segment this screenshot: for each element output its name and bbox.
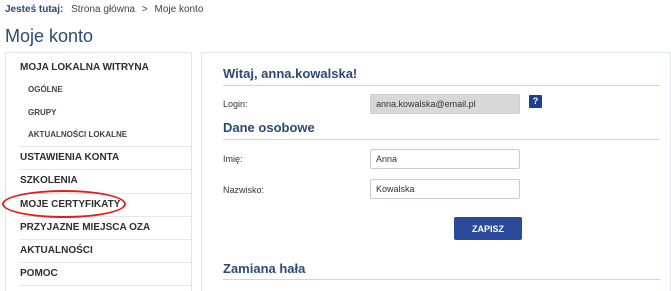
save-button[interactable]: ZAPISZ (454, 217, 522, 240)
sidebar-item-pomoc[interactable]: POMOC (20, 268, 192, 279)
section-divider (223, 85, 660, 86)
sidebar-item-moja-lokalna-witryna[interactable]: MOJA LOKALNA WITRYNA (20, 62, 192, 73)
breadcrumb-current: Moje konto (154, 4, 204, 15)
sidebar-divider (20, 146, 192, 147)
sidebar-divider (20, 216, 192, 217)
sidebar-divider (20, 285, 192, 286)
sidebar-item-ustawienia-konta[interactable]: USTAWIENIA KONTA (20, 152, 192, 163)
sidebar-divider (20, 239, 192, 240)
section-divider (223, 139, 660, 140)
sidebar-item-moje-certyfikaty[interactable]: MOJE CERTYFIKATY (20, 199, 192, 210)
breadcrumb: Jesteś tutaj: Strona główna > Moje konto (5, 4, 203, 15)
last-name-label: Nazwisko: (223, 185, 265, 195)
sidebar-item-aktualnosci[interactable]: AKTUALNOŚCI (20, 245, 192, 256)
sidebar-item-szkolenia[interactable]: SZKOLENIA (20, 175, 192, 186)
sidebar-nav: MOJA LOKALNA WITRYNA OGÓLNE GRUPY AKTUAL… (5, 52, 192, 291)
sidebar-item-przyjazne-miejsca-oza[interactable]: PRZYJAZNE MIEJSCA OZA (20, 222, 192, 233)
first-name-field[interactable] (370, 149, 520, 169)
sidebar-divider (20, 262, 192, 263)
help-icon[interactable]: ? (529, 95, 542, 108)
breadcrumb-home-link[interactable]: Strona główna (71, 4, 135, 15)
first-name-label: Imię: (223, 154, 243, 164)
last-name-field[interactable] (370, 179, 520, 199)
personal-data-heading: Dane osobowe (223, 120, 315, 135)
password-change-heading: Zamiana hała (223, 261, 306, 276)
login-field[interactable] (370, 94, 520, 114)
page-title: Moje konto (5, 26, 94, 46)
breadcrumb-separator: > (141, 4, 148, 15)
login-label: Login: (223, 99, 248, 109)
section-divider (223, 279, 660, 280)
sidebar-subitem-aktualnosci-lokalne[interactable]: AKTUALNOŚCI LOKALNE (28, 130, 127, 139)
welcome-heading: Witaj, anna.kowalska! (223, 66, 358, 81)
sidebar-subitem-ogolne[interactable]: OGÓLNE (28, 85, 63, 94)
breadcrumb-label: Jesteś tutaj: (5, 4, 64, 15)
sidebar-divider (20, 193, 192, 194)
sidebar-divider (20, 169, 192, 170)
account-content-panel: Witaj, anna.kowalska! Login: ? Dane osob… (201, 52, 671, 291)
sidebar-subitem-grupy[interactable]: GRUPY (28, 108, 56, 117)
